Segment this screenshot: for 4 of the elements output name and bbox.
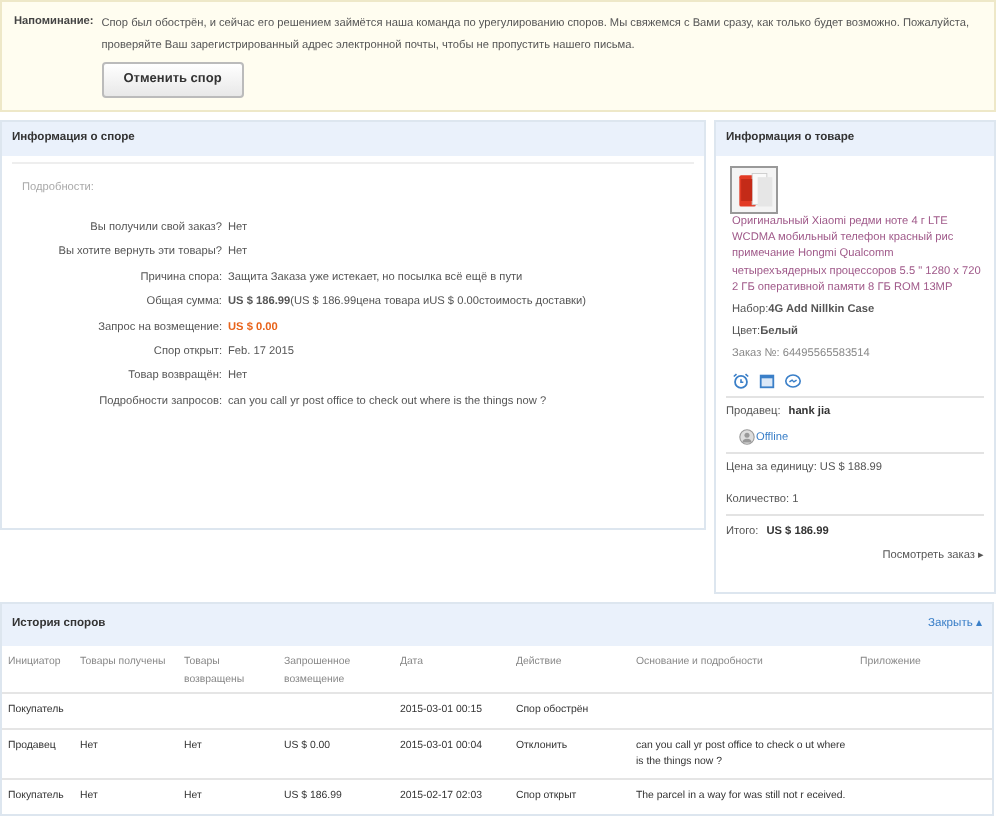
alarm-clock-icon[interactable] <box>732 371 750 390</box>
calendar-icon[interactable] <box>758 371 776 390</box>
chat-icon[interactable] <box>784 371 802 390</box>
user-status-icon <box>738 428 756 447</box>
